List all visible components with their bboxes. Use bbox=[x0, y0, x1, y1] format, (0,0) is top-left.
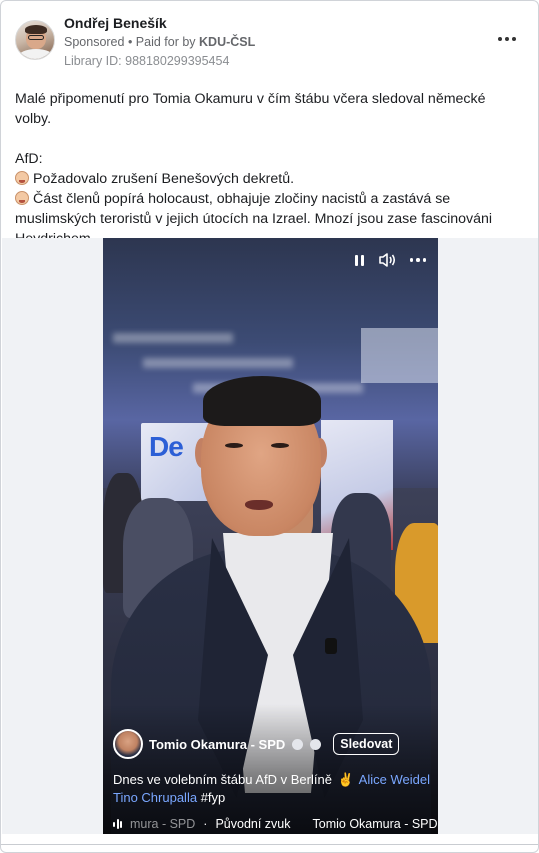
verified-icon bbox=[292, 738, 304, 750]
sponsored-label: Sponsored bbox=[64, 35, 125, 49]
post-text-line: Malé připomenutí pro Tomia Okamuru v čím… bbox=[15, 91, 490, 127]
post-text-line: AfD: bbox=[15, 151, 43, 167]
pause-icon[interactable] bbox=[354, 254, 366, 266]
audio-bars-icon bbox=[113, 819, 122, 829]
face-emoji-icon bbox=[15, 191, 29, 205]
face-emoji-icon bbox=[15, 171, 29, 185]
follow-button[interactable]: Sledovat bbox=[333, 733, 400, 755]
channel-name[interactable]: Tomio Okamura - SPD bbox=[149, 737, 285, 752]
video-player[interactable]: De Tomio Okamura - SPD Sledovat Dnes ve … bbox=[103, 238, 438, 834]
author-avatar[interactable] bbox=[15, 20, 55, 60]
post-bullet: Požadovalo zrušení Benešových dekretů. bbox=[33, 171, 295, 187]
caption-text: Dnes ve volebním štábu AfD v Berlíně bbox=[113, 772, 332, 787]
victory-hand-icon: ✌ bbox=[337, 772, 354, 787]
globe-icon bbox=[310, 738, 322, 750]
author-name[interactable]: Ondřej Benešík bbox=[64, 15, 167, 31]
paid-for-by[interactable]: KDU-ČSL bbox=[199, 35, 255, 49]
video-caption: Dnes ve volebním štábu AfD v Berlíně ✌ A… bbox=[113, 771, 433, 807]
hashtag[interactable]: #fyp bbox=[201, 790, 226, 805]
video-controls bbox=[354, 252, 426, 268]
more-horizontal-icon bbox=[498, 37, 516, 41]
audio-creator: Tomio Okamura - SPD bbox=[312, 817, 438, 831]
audio-creator-faded: mura - SPD bbox=[130, 817, 196, 831]
more-options-button[interactable] bbox=[494, 29, 520, 49]
post-header: Ondřej Benešík Sponsored • Paid for by K… bbox=[13, 13, 526, 73]
library-id: Library ID: 988180299395454 bbox=[64, 54, 230, 68]
audio-row[interactable]: mura - SPD · Původní zvuk Tomio Okamura … bbox=[113, 815, 438, 833]
tag-link[interactable]: Alice Weidel bbox=[359, 772, 430, 787]
sponsored-meta: Sponsored • Paid for by KDU-ČSL bbox=[64, 35, 255, 49]
audio-separator: · bbox=[203, 817, 208, 831]
media-container: De Tomio Okamura - SPD Sledovat Dnes ve … bbox=[2, 238, 538, 834]
paid-for-prefix: • Paid for by bbox=[127, 35, 200, 49]
tag-link[interactable]: Tino Chrupalla bbox=[113, 790, 197, 805]
volume-icon[interactable] bbox=[378, 252, 398, 268]
divider bbox=[1, 844, 538, 845]
more-horizontal-icon[interactable] bbox=[409, 258, 426, 262]
channel-avatar[interactable] bbox=[113, 729, 143, 759]
post-text: Malé připomenutí pro Tomia Okamuru v čím… bbox=[15, 89, 525, 249]
audio-label: Původní zvuk bbox=[215, 817, 291, 831]
video-channel-row: Tomio Okamura - SPD Sledovat bbox=[113, 728, 400, 760]
ad-post-card: Ondřej Benešík Sponsored • Paid for by K… bbox=[0, 0, 539, 853]
